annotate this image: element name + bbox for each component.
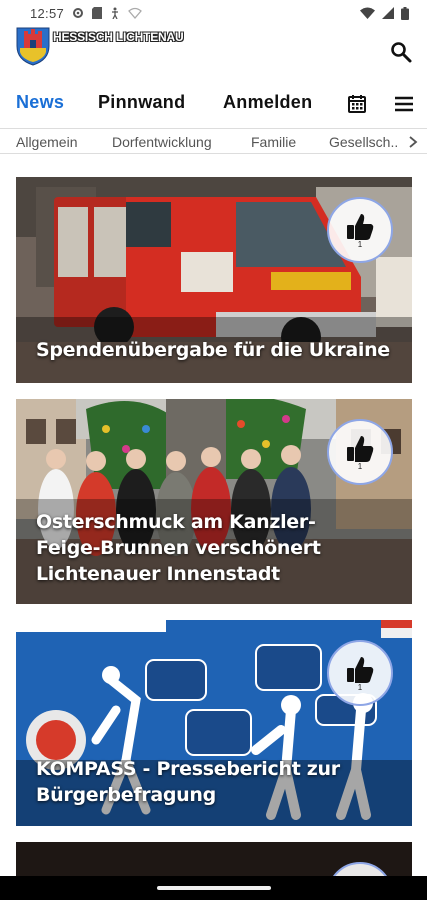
category-familie[interactable]: Familie bbox=[251, 134, 296, 150]
hamburger-menu-icon[interactable] bbox=[394, 95, 414, 113]
system-nav-bar bbox=[0, 876, 427, 900]
thumbs-up-icon bbox=[347, 656, 374, 683]
like-button[interactable]: 1 bbox=[327, 419, 393, 485]
like-count: 1 bbox=[357, 461, 363, 471]
like-button[interactable]: 1 bbox=[327, 197, 393, 263]
chevron-right-icon[interactable] bbox=[399, 129, 427, 153]
like-button[interactable] bbox=[327, 862, 393, 876]
tab-pinnwand[interactable]: Pinnwand bbox=[98, 92, 185, 113]
wifi-off-status-icon bbox=[128, 7, 142, 19]
like-count: 1 bbox=[357, 682, 363, 692]
battery-icon bbox=[401, 6, 409, 20]
category-dorfentwicklung[interactable]: Dorfentwicklung bbox=[112, 134, 212, 150]
city-crest-logo[interactable] bbox=[16, 26, 50, 66]
calendar-icon[interactable] bbox=[347, 94, 367, 114]
thumbs-up-icon bbox=[347, 213, 374, 240]
category-allgemein[interactable]: Allgemein bbox=[16, 134, 77, 150]
status-system-icons bbox=[360, 6, 409, 20]
wifi-icon bbox=[360, 7, 375, 19]
news-card[interactable]: 1 KOMPASS - Pressebericht zur Bürgerbefr… bbox=[16, 620, 412, 826]
category-gesellschaft[interactable]: Gesellsch... bbox=[329, 134, 402, 150]
like-count: 1 bbox=[357, 239, 363, 249]
news-card-partial[interactable] bbox=[16, 842, 412, 876]
like-button[interactable]: 1 bbox=[327, 640, 393, 706]
tab-anmelden[interactable]: Anmelden bbox=[223, 92, 312, 113]
status-bar: 12:57 bbox=[0, 0, 427, 26]
article-title[interactable]: KOMPASS - Pressebericht zur Bürgerbefrag… bbox=[36, 756, 356, 808]
category-strip: Allgemein Dorfentwicklung Familie Gesell… bbox=[0, 128, 427, 154]
status-time: 12:57 bbox=[30, 5, 65, 21]
search-icon[interactable] bbox=[389, 40, 413, 64]
sim-status-icon bbox=[92, 7, 103, 19]
article-title[interactable]: Osterschmuck am Kanzler-Feige-Brunnen ve… bbox=[36, 509, 356, 587]
tab-news[interactable]: News bbox=[16, 92, 64, 113]
settings-status-icon bbox=[73, 8, 84, 18]
news-card[interactable]: 1 Osterschmuck am Kanzler-Feige-Brunnen … bbox=[16, 399, 412, 604]
signal-icon bbox=[382, 7, 394, 19]
brand-title: HESSISCH LICHTENAU bbox=[53, 30, 184, 44]
main-tabs: News Pinnwand Anmelden bbox=[0, 84, 427, 124]
accessibility-status-icon bbox=[112, 7, 119, 19]
news-card[interactable]: 1 Spendenübergabe für die Ukraine bbox=[16, 177, 412, 383]
status-notification-icons bbox=[72, 7, 142, 19]
app-header: HESSISCH LICHTENAU bbox=[0, 26, 427, 78]
thumbs-up-icon bbox=[347, 435, 374, 462]
article-title[interactable]: Spendenübergabe für die Ukraine bbox=[36, 337, 396, 363]
home-gesture-handle[interactable] bbox=[157, 886, 271, 890]
